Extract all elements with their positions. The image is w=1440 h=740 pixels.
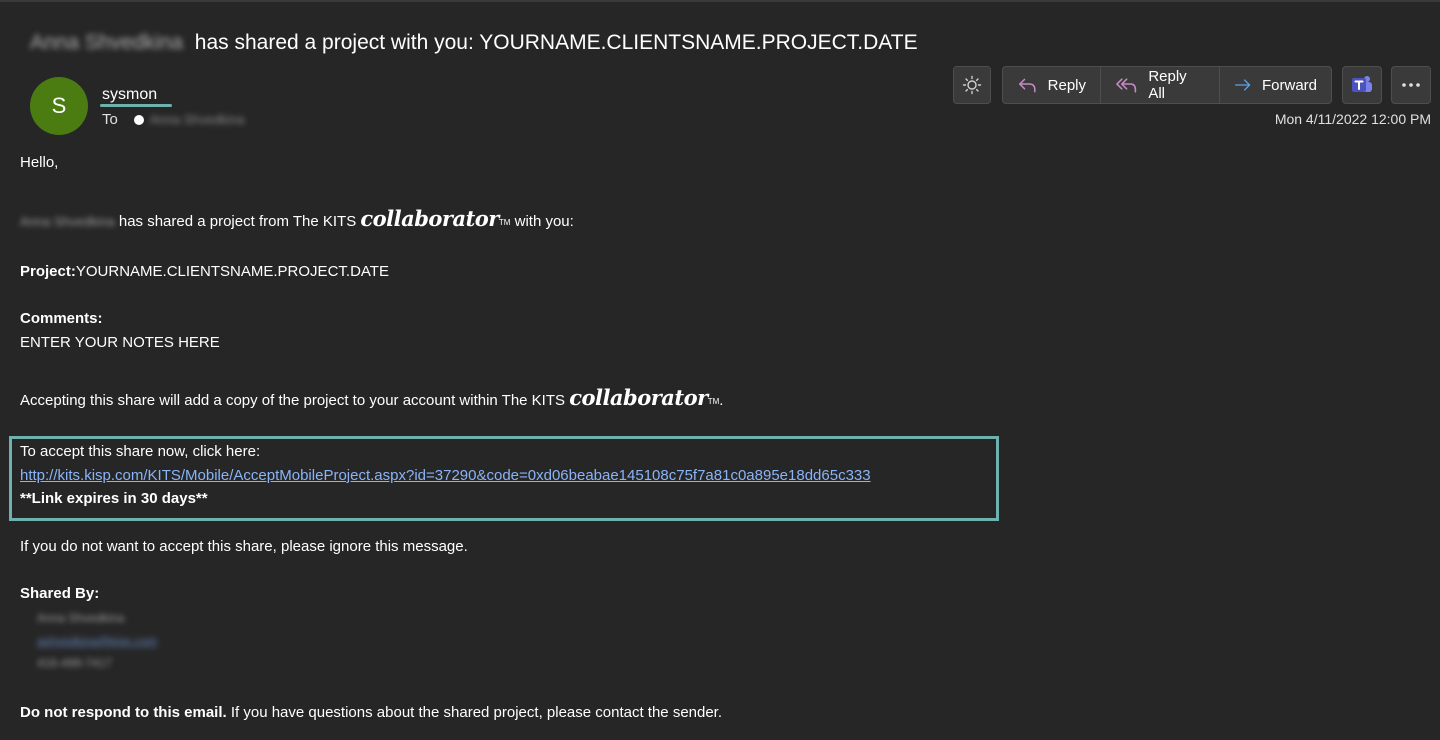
collaborator-logo: collaborator (360, 206, 499, 231)
shared-by-name: Anna Shvedkina (37, 611, 125, 625)
project-value: YOURNAME.CLIENTSNAME.PROJECT.DATE (75, 263, 389, 280)
shared-line: Anna Shvedkina has shared a project from… (20, 206, 574, 231)
sender-focus-underline (100, 104, 172, 107)
reply-label: Reply (1047, 76, 1086, 94)
subject-text: has shared a project with you: YOURNAME.… (194, 31, 918, 54)
immersive-reader-button[interactable] (953, 66, 991, 104)
shared-text-a: has shared a project from The KITS (118, 213, 357, 230)
teams-icon (1352, 76, 1372, 92)
trademark-2: TM (707, 397, 720, 406)
reply-all-button[interactable]: Reply All (1100, 67, 1219, 103)
comments-value: ENTER YOUR NOTES HERE (20, 334, 220, 351)
teams-share-button[interactable] (1342, 66, 1382, 104)
reply-all-label: Reply All (1148, 68, 1187, 102)
sender-name[interactable]: sysmon (102, 86, 157, 104)
accept-link[interactable]: http://kits.kisp.com/KITS/Mobile/AcceptM… (20, 467, 871, 484)
project-line: Project:YOURNAME.CLIENTSNAME.PROJECT.DAT… (20, 263, 389, 280)
accept-prompt: To accept this share now, click here: (20, 443, 261, 460)
collaborator-logo-2: collaborator (569, 385, 708, 410)
reply-button[interactable]: Reply (1003, 67, 1100, 103)
shared-by-phone: 416-499-7417 (37, 656, 112, 670)
comments-label: Comments: (20, 310, 103, 327)
avatar[interactable]: S (30, 77, 88, 135)
accepting-line: Accepting this share will add a copy of … (20, 385, 723, 410)
ignore-note: If you do not want to accept this share,… (20, 538, 468, 555)
greeting: Hello, (20, 154, 59, 171)
subject-sender-name: Anna Shvedkina (30, 31, 183, 54)
sun-icon (962, 75, 982, 95)
shared-by-email[interactable]: ashvedkina@kisp.com (37, 634, 157, 648)
shared-by-label: Shared By: (20, 585, 100, 602)
email-date: Mon 4/11/2022 12:00 PM (1274, 111, 1431, 127)
sharer-name: Anna Shvedkina (20, 214, 115, 229)
recipient-name[interactable]: Anna Shvedkina (150, 112, 245, 127)
forward-button[interactable]: Forward (1219, 67, 1331, 103)
forward-label: Forward (1261, 76, 1317, 94)
reply-icon (1019, 78, 1036, 93)
link-expiry-note: **Link expires in 30 days** (20, 490, 208, 507)
email-subject: Anna Shvedkina has shared a project with… (30, 31, 918, 55)
trademark: TM (498, 218, 511, 227)
accepting-text: Accepting this share will add a copy of … (20, 392, 566, 409)
accepting-end: . (719, 392, 724, 409)
presence-icon (133, 114, 144, 125)
avatar-initial: S (51, 93, 67, 118)
forward-icon (1234, 79, 1251, 91)
shared-text-b: with you: (514, 213, 574, 230)
project-label: Project: (20, 263, 76, 280)
footer-text: If you have questions about the shared p… (230, 704, 723, 721)
to-label: To (102, 111, 118, 128)
top-border (0, 0, 1440, 2)
footer-note: Do not respond to this email. If you hav… (20, 704, 722, 721)
footer-bold: Do not respond to this email. (20, 704, 227, 721)
more-icon (1402, 83, 1420, 87)
recipient-row: To Anna Shvedkina (102, 111, 245, 128)
reply-all-icon (1116, 78, 1137, 93)
more-actions-button[interactable] (1391, 66, 1431, 104)
reply-actions: Reply Reply All Forward (1002, 66, 1332, 104)
